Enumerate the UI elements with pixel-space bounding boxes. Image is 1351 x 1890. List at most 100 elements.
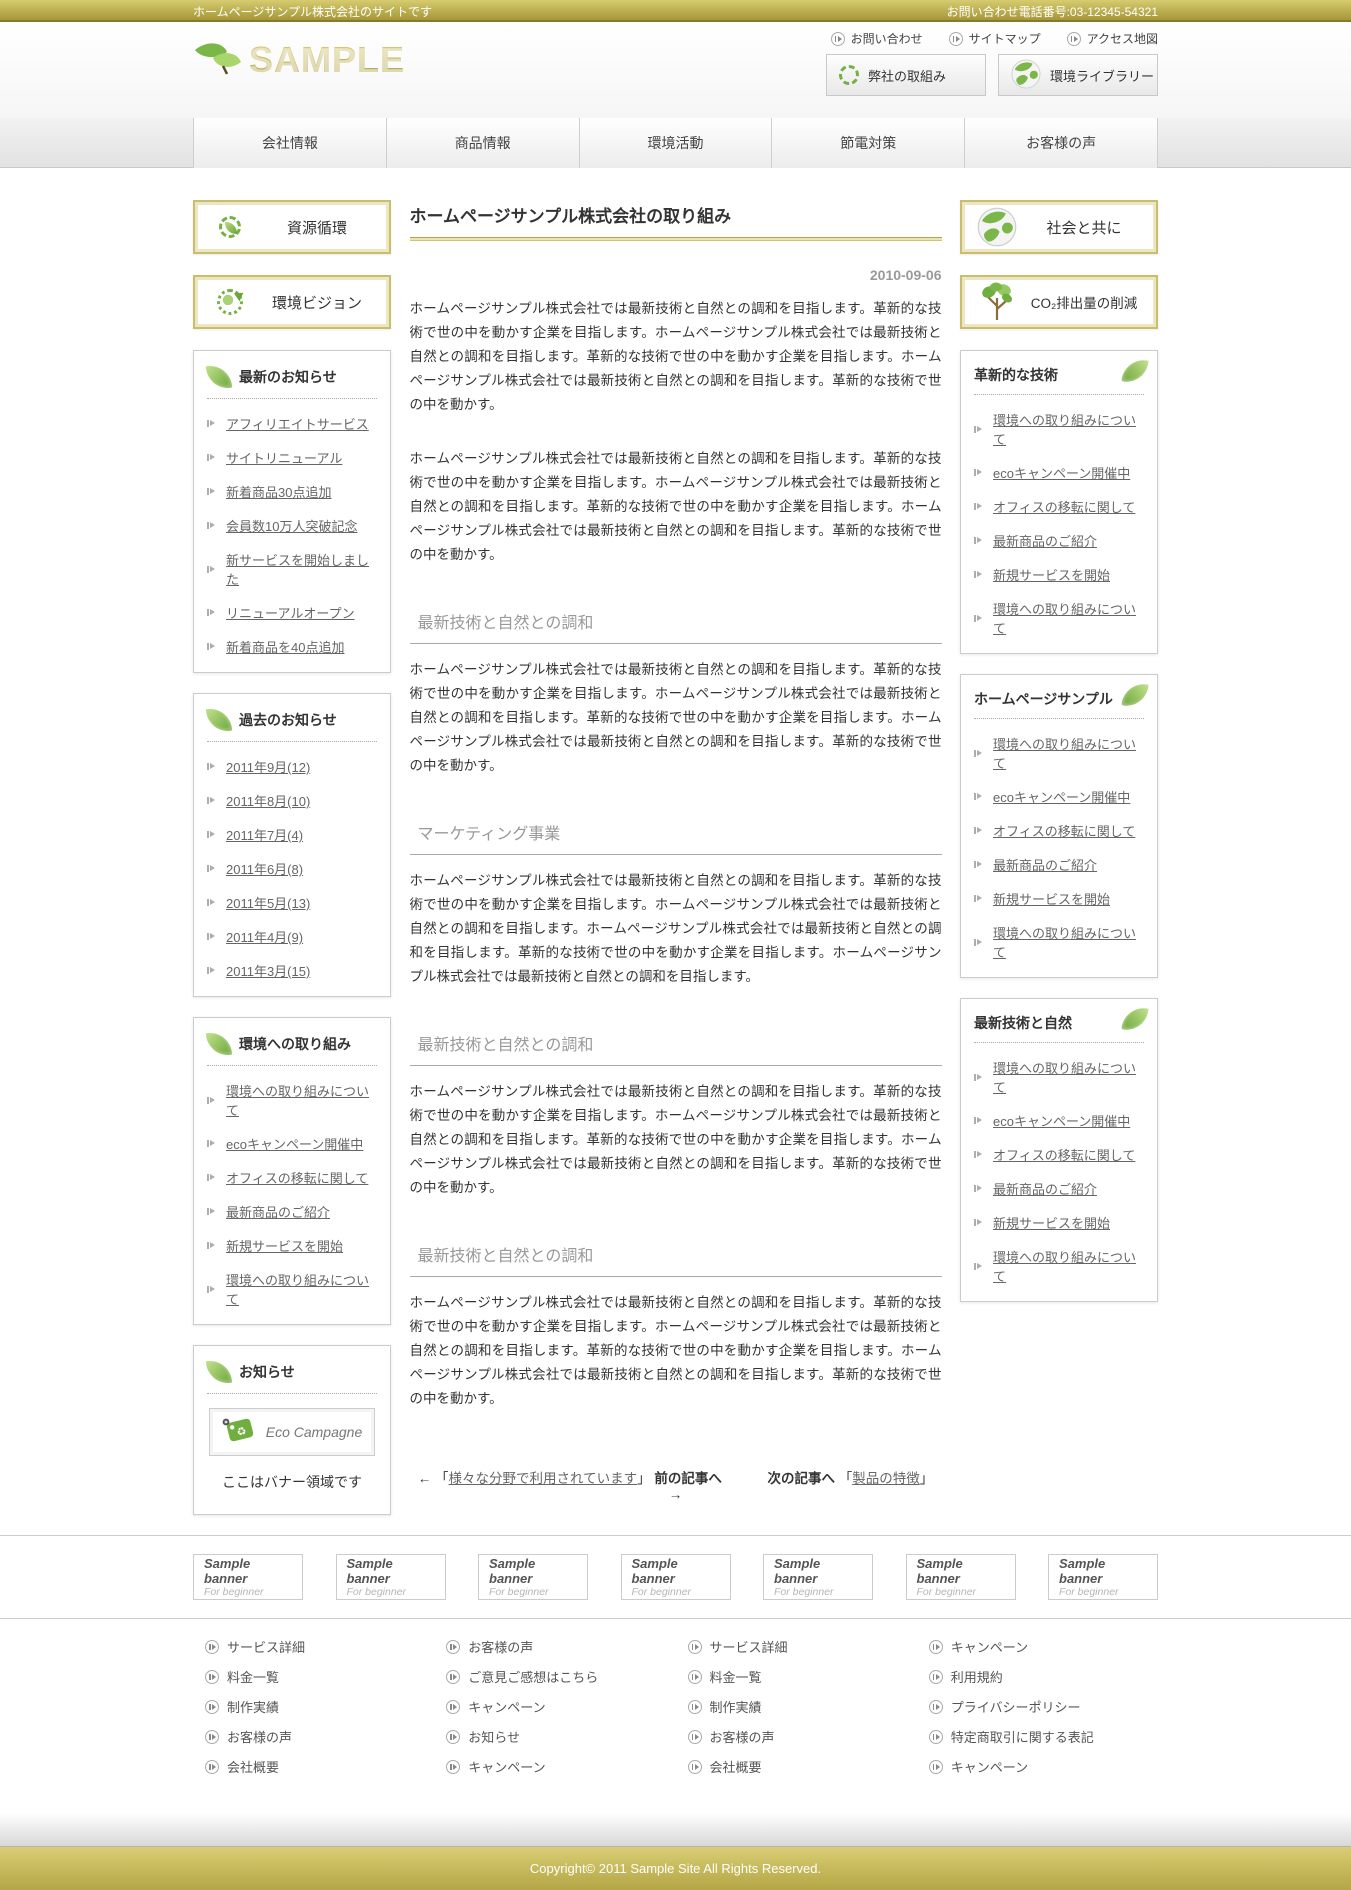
list-item: 環境への取り組みについて [974,734,1144,772]
list-item: 最新商品のご紹介 [974,531,1144,550]
footer-link[interactable]: 料金一覧 [710,1667,762,1686]
footer-link[interactable]: 会社概要 [227,1757,279,1776]
footer-link[interactable]: お客様の声 [468,1637,533,1656]
archive-link[interactable]: 2011年6月(8) [226,859,303,878]
nav-item[interactable]: お客様の声 [964,118,1158,168]
eco-library-button[interactable]: 環境ライブラリー [998,54,1158,96]
next-article-link[interactable]: 製品の特徴 [852,1471,920,1486]
sidebar-link[interactable]: ecoキャンペーン開催中 [993,463,1130,482]
sidebar-link[interactable]: 新規サービスを開始 [226,1236,343,1255]
sidebar-link[interactable]: ecoキャンペーン開催中 [226,1134,363,1153]
footer-link[interactable]: お客様の声 [227,1727,292,1746]
footer-link[interactable]: サービス詳細 [227,1637,305,1656]
footer-link[interactable]: ご意見ご感想はこちら [468,1667,598,1686]
list-item: ecoキャンペーン開催中 [974,463,1144,482]
footer-link[interactable]: キャンペーン [951,1637,1028,1656]
sidebar-link[interactable]: 環境への取り組みについて [993,410,1144,448]
sidebar-link[interactable]: 新規サービスを開始 [993,1213,1110,1232]
footer-link-item: 料金一覧 [205,1667,434,1686]
sidebar-link[interactable]: アフィリエイトサービス [226,414,369,433]
footer-link[interactable]: 料金一覧 [227,1667,279,1686]
sidebar-link[interactable]: 最新商品のご紹介 [993,531,1097,550]
footer-link[interactable]: プライバシーポリシー [951,1697,1081,1716]
footer-link[interactable]: サービス詳細 [710,1637,788,1656]
list-item: 新着商品を40点追加 [207,637,377,656]
eco-efforts-box: 環境への取り組み 環境への取り組みについて ecoキャンペーン開催中 [193,1017,391,1325]
footer-link-item: お客様の声 [205,1727,434,1746]
sample-banner[interactable]: Sample banner For beginner [906,1554,1016,1600]
footer-link[interactable]: 制作実績 [710,1697,762,1716]
sample-banner[interactable]: Sample banner For beginner [478,1554,588,1600]
list-item: 環境への取り組みについて [974,599,1144,637]
archive-link[interactable]: 2011年8月(10) [226,791,310,810]
sidebar-link[interactable]: 環境への取り組みについて [993,1058,1144,1096]
sidebar-link[interactable]: 最新商品のご紹介 [993,855,1097,874]
footer-link[interactable]: 制作実績 [227,1697,279,1716]
sidebar-link[interactable]: 環境への取り組みについて [993,734,1144,772]
sidebar-link[interactable]: ecoキャンペーン開催中 [993,1111,1130,1130]
footer-link-item: キャンペーン [929,1637,1158,1656]
nav-item[interactable]: 商品情報 [386,118,579,168]
latest-tech-nature-box: 最新技術と自然 環境への取り組みについて ecoキャンペーン開催中 [960,998,1158,1302]
sidebar-link[interactable]: 新着商品を40点追加 [226,637,344,656]
sample-banner[interactable]: Sample banner For beginner [193,1554,303,1600]
sidebar-link[interactable]: 新規サービスを開始 [993,565,1110,584]
sidebar-link[interactable]: 会員数10万人突破記念 [226,516,357,535]
sidebar-link[interactable]: 新サービスを開始しました [226,550,377,588]
archive-link[interactable]: 2011年3月(15) [226,961,310,980]
our-initiatives-button[interactable]: 弊社の取組み [826,54,986,96]
eco-tag-icon: ♻ [220,1416,256,1449]
list-item: オフィスの移転に関して [974,821,1144,840]
sidebar-link[interactable]: 最新商品のご紹介 [226,1202,330,1221]
site-logo[interactable]: SAMPLE [193,40,405,83]
nav-item[interactable]: 会社情報 [193,118,386,168]
sidebar-link[interactable]: ecoキャンペーン開催中 [993,787,1130,806]
sidebar-link[interactable]: オフィスの移転に関して [993,497,1135,516]
footer-link-item: お知らせ [446,1727,675,1746]
sample-banner[interactable]: Sample banner For beginner [621,1554,731,1600]
sidebar-link[interactable]: 環境への取り組みについて [226,1081,377,1119]
archive-link[interactable]: 2011年7月(4) [226,825,303,844]
circle-arrow-icon [688,1700,702,1714]
footer-link[interactable]: キャンペーン [468,1757,545,1776]
footer-link[interactable]: お知らせ [468,1727,520,1746]
sidebar-link[interactable]: 新規サービスを開始 [993,889,1110,908]
box-title: 最新のお知らせ [239,367,337,387]
sidebar-link[interactable]: 環境への取り組みについて [993,923,1144,961]
footer-link[interactable]: 利用規約 [951,1667,1003,1686]
utility-link[interactable]: アクセス地図 [1067,30,1158,47]
footer-link[interactable]: キャンペーン [951,1757,1028,1776]
eco-vision-button[interactable]: 環境ビジョン [193,275,391,329]
archive-link[interactable]: 2011年9月(12) [226,757,310,776]
sidebar-link[interactable]: 環境への取り組みについて [993,599,1144,637]
archive-link[interactable]: 2011年5月(13) [226,893,310,912]
resource-cycle-button[interactable]: 資源循環 [193,200,391,254]
footer-link[interactable]: 特定商取引に関する表記 [951,1727,1094,1746]
utility-link[interactable]: サイトマップ [949,30,1041,47]
footer-link-item: ご意見ご感想はこちら [446,1667,675,1686]
sidebar-link[interactable]: リニューアルオープン [226,603,355,622]
sidebar-link[interactable]: オフィスの移転に関して [993,1145,1135,1164]
sidebar-link[interactable]: 環境への取り組みについて [993,1247,1144,1285]
eco-campaign-banner[interactable]: ♻ Eco Campagne [209,1408,375,1456]
footer-link[interactable]: お客様の声 [710,1727,775,1746]
sidebar-link[interactable]: 環境への取り組みについて [226,1270,377,1308]
archive-link[interactable]: 2011年4月(9) [226,927,303,946]
footer-link[interactable]: 会社概要 [710,1757,762,1776]
utility-link[interactable]: お問い合わせ [831,30,923,47]
sample-banner[interactable]: Sample banner For beginner [763,1554,873,1600]
sidebar-link[interactable]: サイトリニューアル [226,448,342,467]
footer-link[interactable]: キャンペーン [468,1697,545,1716]
sample-banner[interactable]: Sample banner For beginner [1048,1554,1158,1600]
sidebar-link[interactable]: オフィスの移転に関して [993,821,1135,840]
sidebar-link[interactable]: 新着商品30点追加 [226,482,331,501]
list-item: 2011年7月(4) [207,825,377,844]
prev-article-link[interactable]: 様々な分野で利用されています [449,1471,638,1486]
nav-item[interactable]: 節電対策 [771,118,964,168]
co2-reduction-button[interactable]: CO₂排出量の削減 [960,275,1158,329]
nav-item[interactable]: 環境活動 [579,118,772,168]
with-society-button[interactable]: 社会と共に [960,200,1158,254]
sample-banner[interactable]: Sample banner For beginner [336,1554,446,1600]
sidebar-link[interactable]: オフィスの移転に関して [226,1168,368,1187]
sidebar-link[interactable]: 最新商品のご紹介 [993,1179,1097,1198]
